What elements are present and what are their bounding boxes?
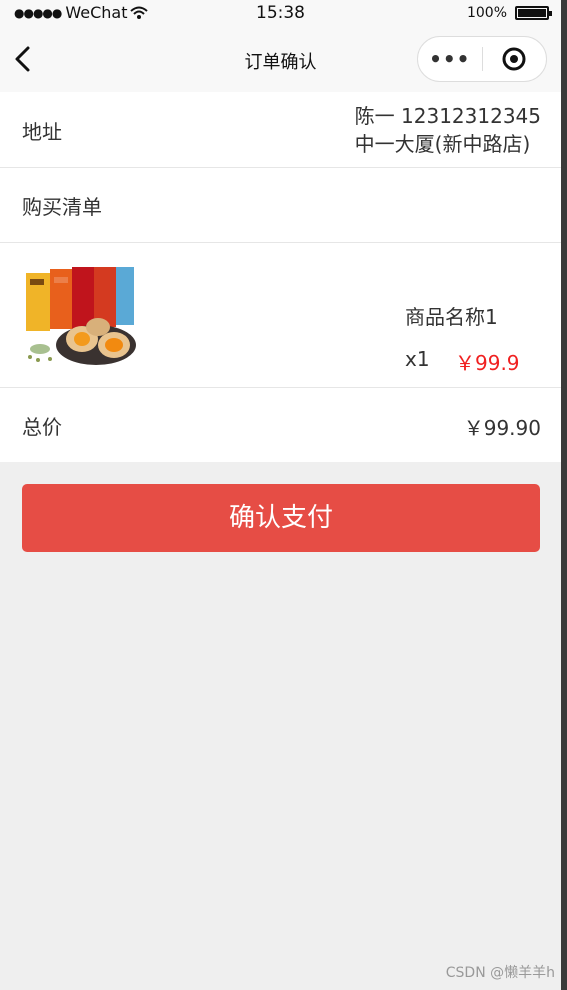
nav-bar: 订单确认 ••• bbox=[0, 28, 561, 92]
total-row: 总价 ￥99.90 bbox=[0, 388, 561, 462]
product-quantity: x1 bbox=[405, 347, 430, 371]
product-name: 商品名称1 bbox=[405, 305, 498, 329]
purchase-list-label: 购买清单 bbox=[22, 195, 102, 219]
address-label: 地址 bbox=[22, 120, 62, 144]
more-icon[interactable]: ••• bbox=[418, 47, 482, 71]
close-icon[interactable] bbox=[483, 46, 547, 72]
total-value: ￥99.90 bbox=[463, 416, 541, 440]
mini-program-capsule: ••• bbox=[417, 36, 547, 82]
address-row[interactable]: 地址 陈一 12312312345 中一大厦(新中路店) bbox=[0, 92, 561, 168]
window-edge bbox=[561, 0, 567, 990]
total-label: 总价 bbox=[22, 415, 62, 439]
address-location: 中一大厦(新中路店) bbox=[354, 132, 531, 156]
list-item: 商品名称1 x1 ￥99.9 bbox=[0, 243, 561, 388]
confirm-pay-button[interactable]: 确认支付 bbox=[22, 484, 540, 552]
address-value: 陈一 12312312345 中一大厦(新中路店) bbox=[355, 102, 541, 158]
status-bar: ●●●●● WeChat 15:38 100% bbox=[0, 0, 561, 28]
battery-icon bbox=[515, 6, 552, 20]
product-price: ￥99.9 bbox=[455, 351, 520, 375]
product-image bbox=[26, 267, 136, 365]
battery-percent: 100% bbox=[466, 5, 507, 21]
purchase-list-header: 购买清单 bbox=[0, 168, 561, 243]
watermark: CSDN @懒羊羊h bbox=[445, 965, 555, 981]
address-contact: 陈一 12312312345 bbox=[354, 104, 541, 128]
